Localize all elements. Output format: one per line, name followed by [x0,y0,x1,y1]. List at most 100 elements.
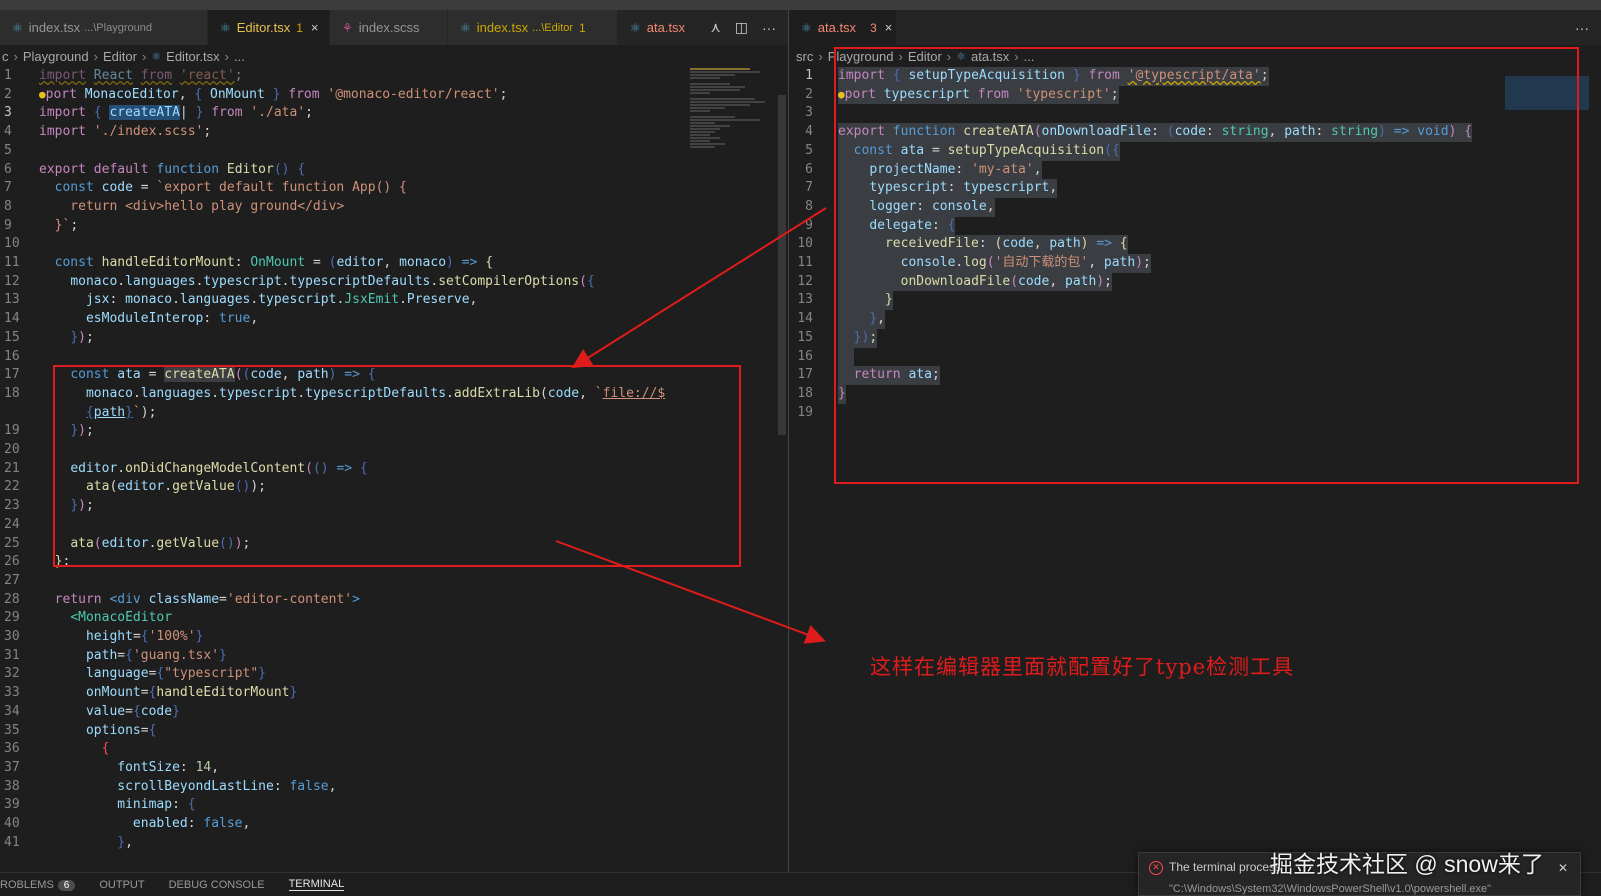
chevron-right-icon: › [818,48,823,64]
watermark: 掘金技术社区 @ snow来了 [1270,851,1544,877]
code-text: path={'guang.tsx'} [85,647,227,663]
code-line: 34 value={code} [0,703,788,722]
code-text: import React from 'react'; [39,68,243,83]
tab-editor-tsx[interactable]: ⚛ Editor.tsx 1 × [208,10,330,45]
line-number: 6 [4,161,12,177]
tab-playground-index[interactable]: ⚛ index.tsx ...\Playground [0,10,208,45]
code-text: export default function Editor() { [39,161,306,177]
tab-problems[interactable]: ROBLEMS 6 [0,879,76,891]
tab-editor-index[interactable]: ⚛ index.tsx ...\Editor 1 [448,10,618,45]
line-number: 9 [4,217,12,233]
line-number: 5 [4,142,12,158]
tab-ata-tsx[interactable]: ⚛ ata.tsx 3 × [789,10,897,45]
code-line: 12 monaco.languages.typescript.typescrip… [0,273,788,292]
breadcrumb-item[interactable]: Playground [23,49,89,64]
code-line: 36 { [0,740,788,759]
breadcrumb-item[interactable]: Editor [103,49,137,64]
line-number: 24 [4,516,20,532]
problems-count-badge: 6 [57,879,76,891]
tab-label: ata.tsx [646,20,686,35]
react-file-icon: ⚛ [151,50,162,63]
tab-output[interactable]: OUTPUT [99,879,144,891]
line-number: 5 [805,142,813,158]
code-line: 13 jsx: monaco.languages.typescript.JsxE… [0,291,788,310]
code-text: fontSize: 14, [117,759,220,775]
code-line: 38 scrollBeyondLastLine: false, [0,778,788,797]
code-line: 27 [0,572,788,591]
code-line: 4 import './index.scss'; [0,123,788,142]
line-number: 31 [4,647,20,663]
toast-detail: "C:\Windows\System32\WindowsPowerShell\v… [1169,882,1492,895]
line-number: 11 [797,255,813,270]
react-file-icon: ⚛ [630,20,641,35]
breadcrumb: c › Playground › Editor › ⚛ Editor.tsx › ... [0,45,788,67]
code-line: 28 return <div className='editor-content… [0,591,788,610]
editor-actions: ··· [1575,10,1601,45]
code-text: }, [117,834,133,850]
code-line: 31 path={'guang.tsx'} [0,647,788,666]
code-text: value={code} [85,703,180,719]
code-line: 8 return <div>hello play ground</div> [0,198,788,217]
code-text: import { createATA| } from './ata'; [39,105,313,121]
error-icon: ✕ [1149,860,1163,875]
tab-terminal[interactable]: TERMINAL [288,878,345,891]
line-number: 10 [4,236,20,252]
code-line: 30 height={'100%'} [0,628,788,647]
line-number: 16 [4,348,20,364]
code-text: return <div>hello play ground</div> [39,198,345,214]
line-number: 12 [797,273,813,289]
tab-index-scss[interactable]: ⚘ index.scss [330,10,448,45]
problem-count-badge: 1 [296,20,303,35]
line-number: 16 [797,348,813,364]
source-control-icon[interactable]: ⋏ [711,19,721,36]
line-number: 18 [4,385,20,401]
line-number: 17 [797,367,813,383]
line-number: 20 [4,442,20,457]
react-file-icon: ⚛ [460,20,471,35]
breadcrumb-item[interactable]: ... [234,49,245,64]
line-number: 35 [4,722,20,738]
editor-actions: ⋏ ◫ ··· [711,10,789,45]
code-line: 29 <MonacoEditor [0,609,788,628]
close-icon[interactable]: × [311,20,319,35]
minimap[interactable] [690,67,770,177]
close-icon[interactable]: ✕ [1558,861,1568,875]
breadcrumb-item[interactable]: src [796,49,813,64]
code-line: 7 const code = `export default function … [0,179,788,198]
breadcrumb-item[interactable]: c [2,49,9,64]
line-number: 19 [797,404,813,420]
code-line: 37 fontSize: 14, [0,759,788,778]
line-number: 14 [797,311,813,327]
problem-count-badge: 3 [870,20,877,35]
code-text: const code = `export default function Ap… [54,180,407,196]
line-number: 9 [805,217,813,233]
line-number: 6 [805,161,813,177]
tab-debug-console[interactable]: DEBUG CONSOLE [169,879,265,891]
code-line: 2 ●port MonacoEditor, { OnMount } from '@… [0,86,788,105]
line-number: 25 [4,535,20,551]
split-editor-icon[interactable]: ◫ [735,19,748,36]
vertical-scrollbar[interactable] [778,95,786,435]
line-number: 4 [805,124,813,140]
chevron-right-icon: › [224,48,229,64]
code-text: esModuleInterop: true, [85,311,259,327]
close-icon[interactable]: × [885,20,893,35]
code-text: import './index.scss'; [39,124,212,140]
line-number: 30 [4,629,20,644]
more-actions-icon[interactable]: ··· [762,20,776,36]
line-number: 1 [4,68,12,83]
line-number: 1 [805,68,813,83]
code-line: 9 }`; [0,217,788,236]
line-number: 29 [4,610,20,626]
react-file-icon: ⚛ [220,20,231,35]
breadcrumb-item[interactable]: Editor.tsx [166,49,219,64]
tab-ata-tsx[interactable]: ⚛ ata.tsx [618,10,698,45]
line-number: 41 [4,834,20,850]
lightbulb-icon[interactable]: ● [39,88,46,101]
left-tab-bar: ⚛ index.tsx ...\Playground ⚛ Editor.tsx … [0,10,788,45]
code-text: ●port MonacoEditor, { OnMount } from '@m… [39,86,508,102]
code-text: monaco.languages.typescript.typescriptDe… [70,273,595,289]
line-number: 17 [4,367,20,383]
more-actions-icon[interactable]: ··· [1575,20,1589,36]
line-number: 11 [4,255,20,270]
